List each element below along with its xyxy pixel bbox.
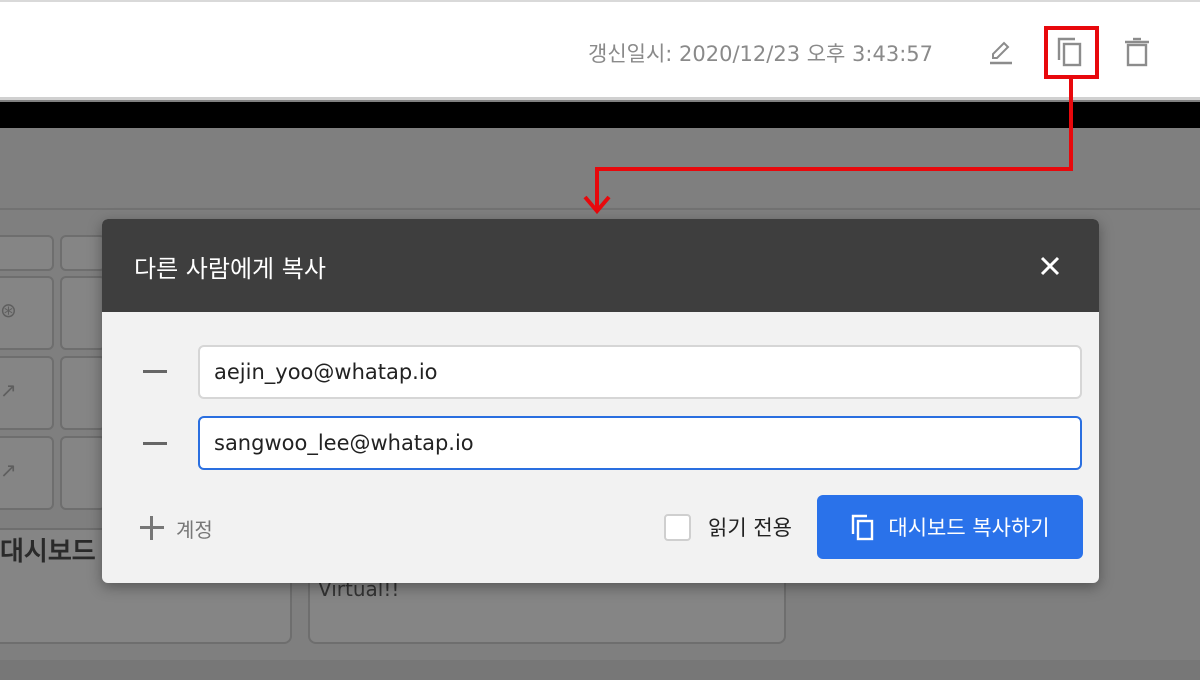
background-tile	[60, 276, 106, 350]
add-account-label: 계정	[176, 517, 213, 542]
remove-recipient-button[interactable]	[142, 430, 168, 456]
divider-bar	[0, 102, 1200, 128]
background-tile	[60, 235, 106, 271]
close-icon[interactable]	[1034, 250, 1066, 282]
minus-icon	[143, 369, 167, 373]
dialog-title: 다른 사람에게 복사	[134, 255, 326, 283]
readonly-option[interactable]: 읽기 전용	[664, 512, 792, 542]
background-tile	[60, 356, 106, 430]
readonly-label: 읽기 전용	[708, 516, 792, 540]
dialog-header: 다른 사람에게 복사	[102, 219, 1099, 312]
copy-icon	[852, 514, 874, 541]
trend-icon: ↗	[0, 458, 17, 482]
recipient-email-input[interactable]	[198, 416, 1082, 470]
recipient-email-input[interactable]	[198, 345, 1082, 399]
pencil-icon[interactable]	[982, 32, 1018, 72]
background-tile	[60, 436, 106, 510]
plus-icon	[140, 516, 164, 540]
copy-highlight-box	[1044, 26, 1099, 79]
copy-to-others-dialog: 다른 사람에게 복사 계정 읽기 전용 대시보드 복사하기	[102, 219, 1099, 583]
trash-icon[interactable]	[1119, 32, 1155, 72]
minus-icon	[143, 441, 167, 445]
updated-timestamp: 갱신일시: 2020/12/23 오후 3:43:57	[588, 42, 934, 66]
background-dashboard-label: 대시보드	[0, 537, 96, 567]
copy-dashboard-label: 대시보드 복사하기	[888, 516, 1050, 540]
readonly-checkbox[interactable]	[664, 513, 691, 541]
background-tile	[0, 235, 54, 271]
background-footer	[0, 660, 1200, 680]
background-divider	[0, 208, 1200, 210]
trend-icon: ↗	[0, 378, 17, 402]
chart-type-icon: ⊛	[0, 298, 17, 322]
dashboard-toolbar: 갱신일시: 2020/12/23 오후 3:43:57	[0, 0, 1200, 100]
add-account-button[interactable]: 계정	[140, 511, 213, 545]
copy-dashboard-button[interactable]: 대시보드 복사하기	[817, 495, 1083, 559]
remove-recipient-button[interactable]	[142, 358, 168, 384]
